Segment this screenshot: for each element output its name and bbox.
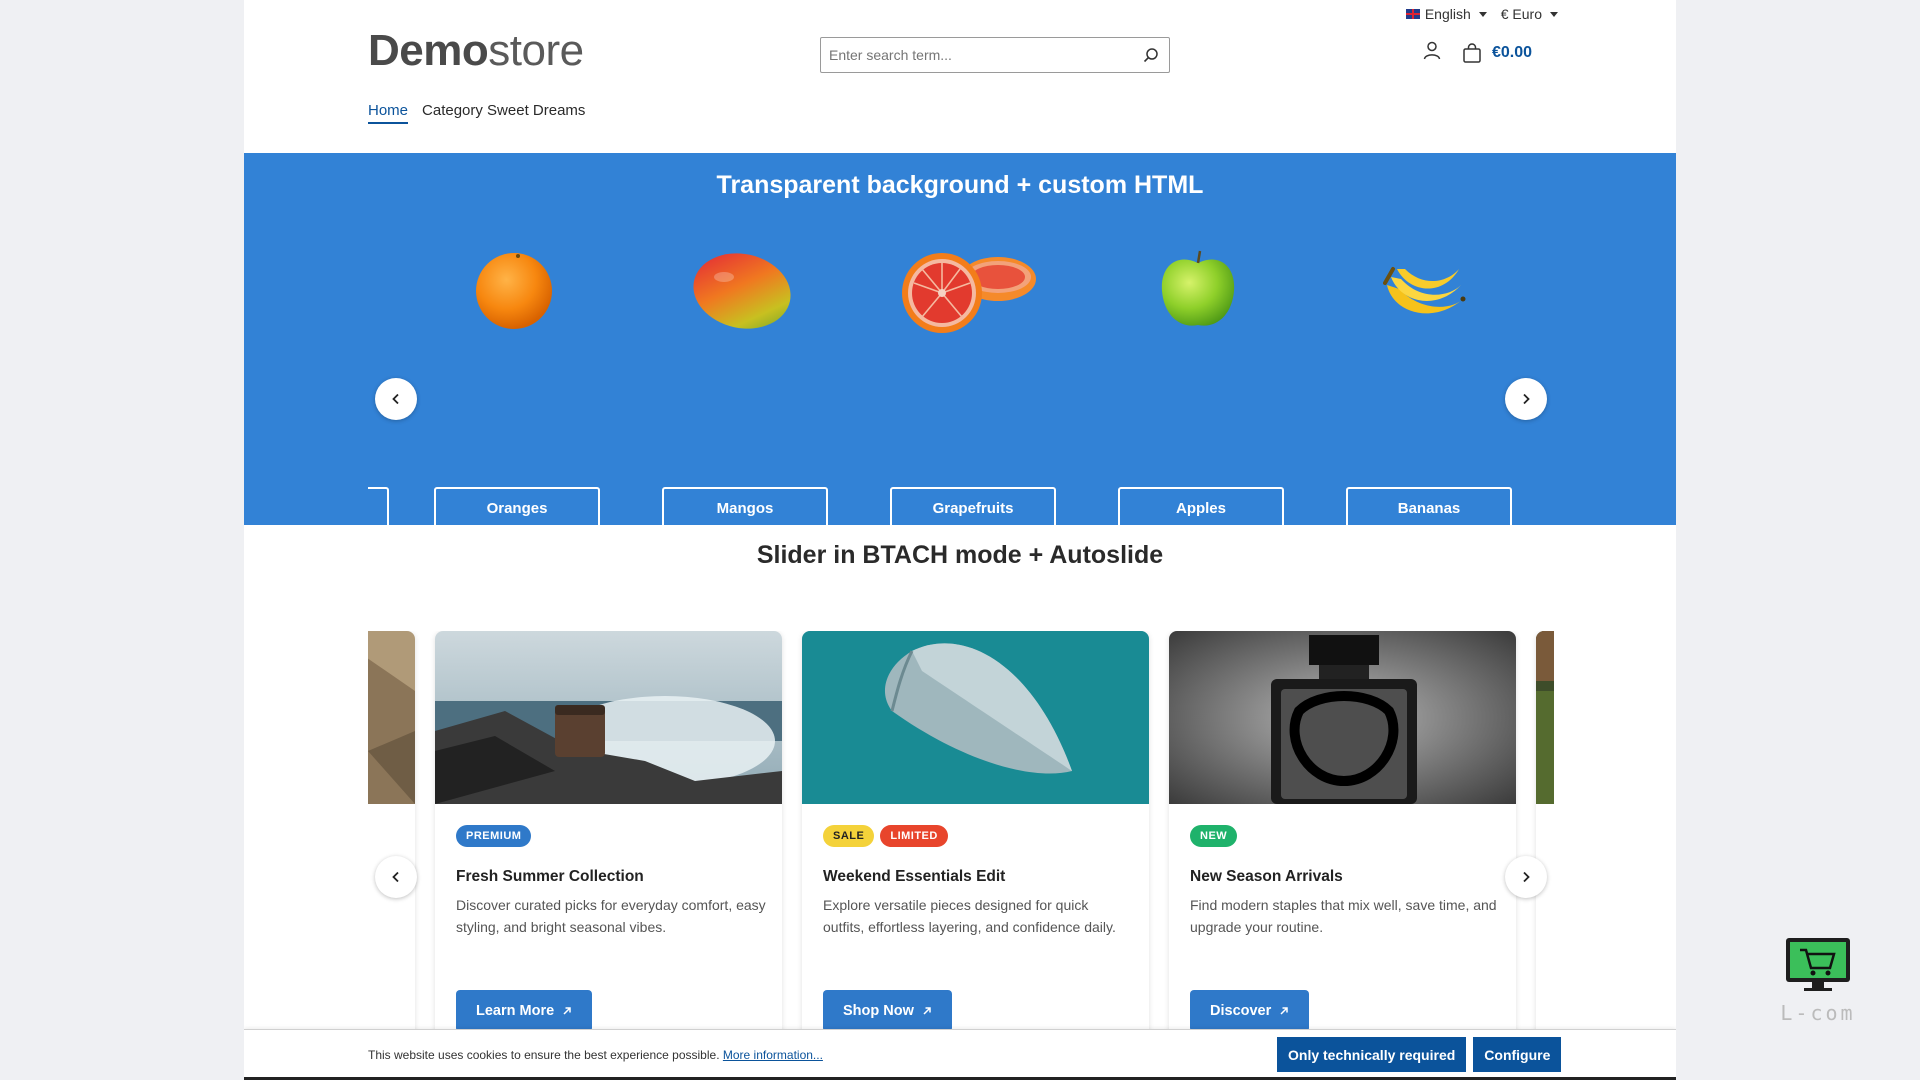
apple-icon bbox=[1161, 250, 1235, 326]
sea-rocks-image bbox=[435, 631, 782, 804]
search-box bbox=[820, 37, 1170, 73]
content-card-fresh-summer: PREMIUM Fresh Summer Collection Discover… bbox=[435, 631, 782, 1080]
fruit-card-mangos: Mangos bbox=[644, 233, 840, 525]
shopping-bag-icon bbox=[1463, 42, 1481, 63]
fruit-slider-next-button[interactable] bbox=[1505, 378, 1547, 420]
mango-icon bbox=[693, 253, 791, 329]
guitar-pick-image bbox=[802, 631, 1149, 804]
uk-flag-icon bbox=[1405, 9, 1420, 19]
discover-button[interactable]: Discover bbox=[1190, 990, 1310, 1032]
user-icon bbox=[1423, 41, 1441, 60]
content-card-partial-right bbox=[1536, 631, 1554, 1080]
fruit-button-grapefruits[interactable]: Grapefruits bbox=[890, 487, 1056, 525]
card-title: Fresh Summer Collection bbox=[456, 868, 644, 885]
card-slider-next-button[interactable] bbox=[1505, 856, 1547, 898]
fruit-card-apples: Apples bbox=[1100, 233, 1296, 525]
card-description: Find modern staples that mix well, save … bbox=[1190, 897, 1497, 935]
card-image bbox=[435, 631, 782, 804]
badge-new: NEW bbox=[1190, 825, 1238, 847]
fruit-card-bananas: Bananas bbox=[1328, 233, 1524, 525]
monitor-cart-icon bbox=[1786, 938, 1850, 991]
more-information-link[interactable]: More information... bbox=[723, 1048, 823, 1062]
fruit-button-mangos[interactable]: Mangos bbox=[662, 487, 828, 525]
button-label: Learn More bbox=[476, 1003, 555, 1019]
lcom-watermark: L-com bbox=[1766, 936, 1870, 1025]
shop-now-button[interactable]: Shop Now bbox=[823, 990, 952, 1032]
main-navigation: Home Category Sweet Dreams bbox=[368, 102, 585, 124]
cookie-banner: This website uses cookies to ensure the … bbox=[244, 1029, 1676, 1080]
card-slider-viewport: PREMIUM Fresh Summer Collection Discover… bbox=[368, 631, 1554, 1080]
content-card-weekend-essentials: SALE LIMITED Weekend Essentials Edit Exp… bbox=[802, 631, 1149, 1080]
card-description: Discover curated picks for everyday comf… bbox=[456, 897, 766, 935]
card-image bbox=[368, 631, 415, 804]
chevron-down-icon bbox=[1478, 11, 1487, 17]
content-card-new-season: NEW New Season Arrivals Find modern stap… bbox=[1169, 631, 1516, 1080]
banana-icon bbox=[1383, 267, 1466, 314]
watermark-text: L-com bbox=[1780, 1001, 1856, 1025]
configure-button[interactable]: Configure bbox=[1473, 1037, 1562, 1072]
button-label: Discover bbox=[1210, 1003, 1272, 1019]
card-badges: NEW bbox=[1190, 825, 1238, 847]
button-label: Shop Now bbox=[843, 1003, 914, 1019]
search-input[interactable] bbox=[821, 38, 1133, 72]
logo-light: store bbox=[488, 26, 584, 75]
card-badges: PREMIUM bbox=[456, 825, 532, 847]
card-image bbox=[1169, 631, 1516, 804]
arrow-up-right-icon bbox=[1280, 1007, 1289, 1015]
store-logo[interactable]: Demostore bbox=[368, 26, 584, 76]
fruit-slider-viewport: Oranges Mangos Grapefruits Apples Banana… bbox=[368, 153, 1554, 525]
fruit-card-grapefruits: Grapefruits bbox=[872, 233, 1068, 525]
card-title: Weekend Essentials Edit bbox=[823, 868, 1006, 885]
only-technically-required-button[interactable]: Only technically required bbox=[1277, 1037, 1467, 1072]
card-description: Explore versatile pieces designed for qu… bbox=[823, 897, 1116, 935]
nav-item-category-sweet-dreams[interactable]: Category Sweet Dreams bbox=[422, 102, 585, 124]
badge-limited: LIMITED bbox=[880, 825, 948, 847]
learn-more-button[interactable]: Learn More bbox=[456, 990, 593, 1032]
cart-button[interactable]: €0.00 bbox=[1462, 42, 1533, 63]
perfume-bottle-image bbox=[1169, 631, 1516, 804]
cookie-buttons: Only technically required Configure bbox=[1277, 1037, 1562, 1072]
fruit-slider-prev-button[interactable] bbox=[375, 378, 417, 420]
fruit-button-oranges[interactable]: Oranges bbox=[434, 487, 600, 525]
arrow-up-right-icon bbox=[563, 1007, 571, 1015]
grapefruit-icon bbox=[902, 253, 1036, 333]
cookie-message: This website uses cookies to ensure the … bbox=[368, 1048, 720, 1062]
account-button[interactable] bbox=[1422, 40, 1442, 65]
chevron-left-icon bbox=[392, 393, 399, 405]
orange-icon bbox=[476, 253, 552, 329]
badge-premium: PREMIUM bbox=[456, 825, 532, 847]
cookie-text: This website uses cookies to ensure the … bbox=[368, 1048, 823, 1062]
chevron-down-icon bbox=[1550, 11, 1558, 17]
stone-texture-image bbox=[368, 631, 415, 804]
card-badges: SALE LIMITED bbox=[823, 825, 948, 847]
card-title: New Season Arrivals bbox=[1190, 868, 1343, 885]
card-image bbox=[802, 631, 1149, 804]
top-bar: English € Euro bbox=[1405, 6, 1558, 22]
card-slider-title: Slider in BTACH mode + Autoslide bbox=[756, 541, 1164, 569]
chevron-right-icon bbox=[1523, 393, 1530, 405]
search-button[interactable] bbox=[1133, 38, 1169, 72]
fruit-button-apples[interactable]: Apples bbox=[1118, 487, 1284, 525]
nav-item-home[interactable]: Home bbox=[368, 102, 409, 124]
currency-label: € Euro bbox=[1500, 6, 1542, 22]
search-icon bbox=[1143, 48, 1158, 63]
language-selector[interactable]: English bbox=[1405, 6, 1487, 22]
currency-selector[interactable]: € Euro bbox=[1501, 6, 1558, 22]
card-slider-prev-button[interactable] bbox=[375, 856, 417, 898]
badge-sale: SALE bbox=[823, 825, 875, 847]
language-label: English bbox=[1424, 6, 1471, 22]
fruit-button-partial[interactable] bbox=[368, 487, 389, 525]
logo-bold: Demo bbox=[368, 26, 489, 75]
chevron-right-icon bbox=[1523, 871, 1530, 883]
header-actions: €0.00 bbox=[1422, 40, 1532, 65]
card-image bbox=[1536, 631, 1554, 804]
chevron-left-icon bbox=[392, 871, 399, 883]
fruit-button-bananas[interactable]: Bananas bbox=[1346, 487, 1512, 525]
storefront-page: English € Euro Demostore €0.00 Home Cate… bbox=[244, 0, 1676, 1080]
garden-image bbox=[1536, 631, 1554, 804]
arrow-up-right-icon bbox=[923, 1007, 931, 1015]
cart-total: €0.00 bbox=[1492, 43, 1533, 61]
fruit-card-oranges: Oranges bbox=[416, 233, 612, 525]
fruit-slider-section: Transparent background + custom HTML Ora… bbox=[244, 153, 1676, 525]
